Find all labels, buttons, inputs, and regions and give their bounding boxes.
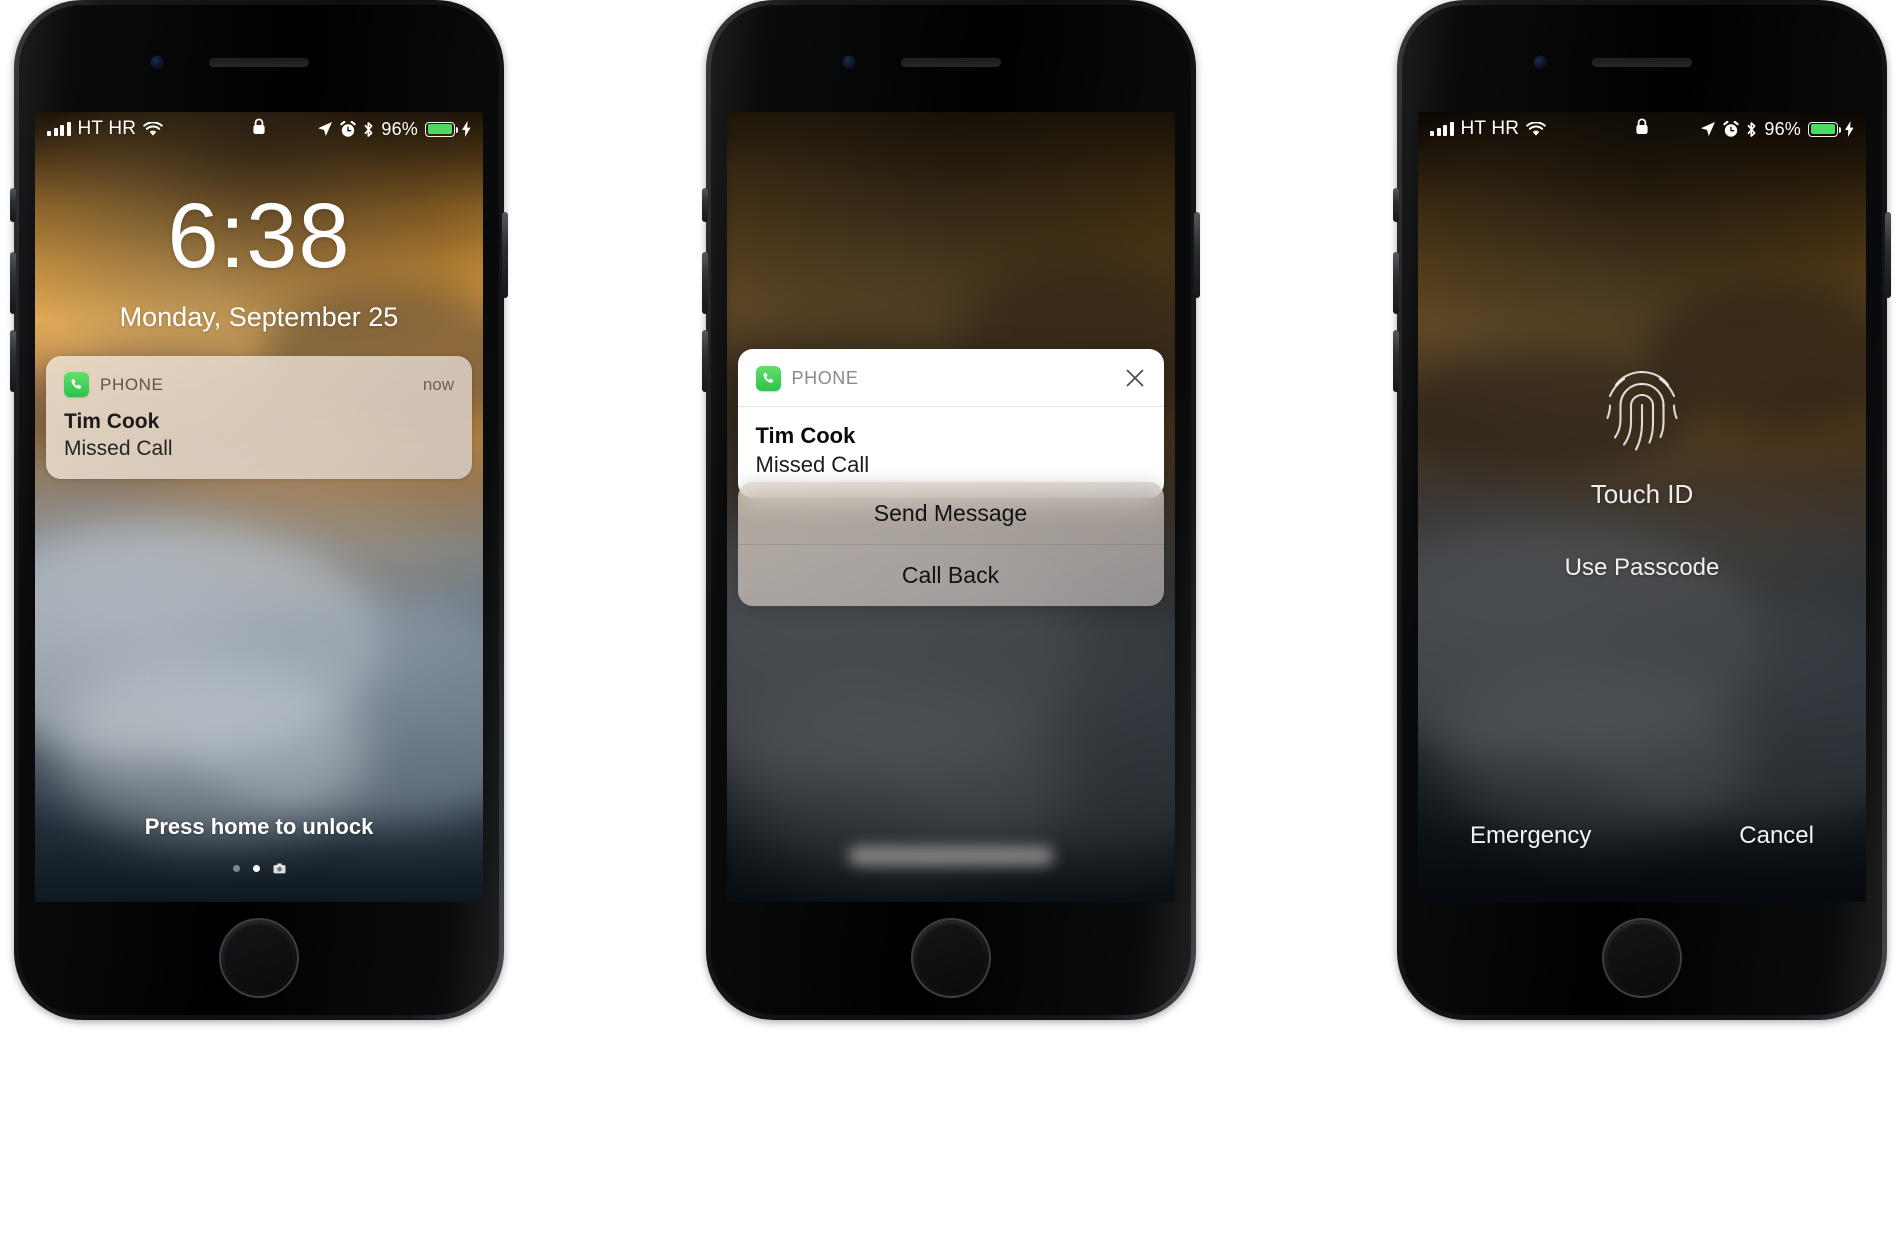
volume-up-button-2[interactable] (701, 252, 708, 314)
bluetooth-icon (363, 121, 374, 138)
location-arrow-icon (317, 121, 333, 137)
emergency-button[interactable]: Emergency (1470, 822, 1591, 850)
phone-app-icon (64, 372, 89, 397)
front-camera-icon-1 (151, 56, 163, 68)
volume-down-button-1[interactable] (10, 330, 16, 392)
silent-switch-1[interactable] (10, 188, 16, 222)
close-x-icon[interactable] (1122, 365, 1148, 391)
cellular-signal-icon (1430, 122, 1454, 136)
home-button-2[interactable] (910, 918, 991, 998)
lock-icon (252, 118, 266, 140)
unlock-hint-text: Press home to unlock (144, 814, 374, 839)
notification-header: PHONE now (64, 372, 454, 397)
status-right-group-1: 96% (317, 119, 471, 140)
home-button-3[interactable] (1602, 918, 1682, 998)
iphone-device-1: HT HR 96% 6:38 Monday, September 25 PHON… (10, 0, 508, 1020)
earpiece-speaker-2 (900, 57, 1001, 67)
touch-id-label: Touch ID (1590, 479, 1694, 509)
notification-title: Tim Cook (64, 410, 160, 433)
battery-icon (1808, 121, 1841, 137)
volume-down-button-3[interactable] (1393, 330, 1399, 392)
notification-timestamp: now (422, 374, 454, 394)
volume-up-button-3[interactable] (1393, 252, 1399, 314)
three-iphone-comparison: HT HR 96% 6:38 Monday, September 25 PHON… (0, 0, 1901, 1255)
notification-subtitle: Missed Call (64, 437, 173, 460)
iphone-device-2: PHONE Tim Cook Missed Call Send Message … (701, 0, 1200, 1020)
lock-screen-date: Monday, September 25 (119, 302, 399, 332)
power-button-2[interactable] (1193, 212, 1200, 298)
wifi-icon (143, 121, 164, 137)
cloud-shape (52, 665, 367, 839)
power-button-1[interactable] (502, 212, 508, 298)
page-dot-lockscreen[interactable] (252, 865, 260, 872)
status-left-group-1: HT HR (47, 118, 164, 140)
iphone-device-3: HT HR 96% Touch ID Use Passcode Emergenc… (1393, 0, 1891, 1020)
charging-bolt-icon (462, 121, 471, 137)
silent-switch-3[interactable] (1393, 188, 1399, 222)
sensor-row-1 (14, 52, 504, 72)
send-message-action[interactable]: Send Message (738, 482, 1164, 544)
carrier-label: HT HR (1460, 118, 1520, 139)
cloud-shape (861, 611, 1175, 855)
silent-switch-2[interactable] (701, 188, 708, 222)
bluetooth-icon (1746, 121, 1757, 138)
cellular-signal-icon (47, 122, 71, 136)
peek-title: Tim Cook (755, 423, 856, 448)
slide-to-unlock-hint (847, 846, 1054, 866)
earpiece-speaker-1 (209, 57, 309, 67)
wifi-icon (1526, 121, 1547, 137)
touch-id-block: Touch ID Use Passcode (1418, 362, 1866, 582)
charging-bolt-icon (1845, 121, 1854, 137)
notification-banner[interactable]: PHONE now Tim Cook Missed Call (46, 356, 472, 479)
lock-screen-clock: 6:38 (167, 185, 351, 287)
screen-2[interactable]: PHONE Tim Cook Missed Call Send Message … (726, 112, 1175, 902)
cloud-shape (726, 680, 1069, 872)
camera-icon[interactable] (273, 863, 286, 874)
peek-card-header: PHONE (737, 349, 1164, 407)
battery-percent-label: 96% (1764, 118, 1801, 139)
call-back-action[interactable]: Call Back (737, 544, 1164, 606)
carrier-label: HT HR (77, 118, 137, 139)
battery-percent-label: 96% (381, 118, 418, 139)
page-dot-widgets[interactable] (232, 865, 240, 872)
home-button-1[interactable] (219, 918, 299, 998)
lock-icon (1635, 118, 1649, 140)
page-indicator[interactable] (35, 863, 483, 874)
status-bar-1: HT HR 96% (35, 112, 483, 146)
sensor-row-2 (706, 52, 1196, 72)
fingerprint-icon[interactable] (1599, 362, 1685, 461)
notification-app-name: PHONE (100, 374, 164, 394)
alarm-clock-icon (1723, 120, 1740, 138)
screen-3[interactable]: HT HR 96% Touch ID Use Passcode Emergenc… (1418, 112, 1866, 902)
cloud-shape (1435, 665, 1750, 839)
status-bar-3: HT HR 96% (1418, 112, 1866, 146)
alarm-clock-icon (340, 120, 357, 138)
earpiece-speaker-3 (1592, 57, 1692, 67)
peek-subtitle: Missed Call (755, 452, 870, 477)
phone-app-icon (755, 365, 781, 391)
status-left-group-3: HT HR (1430, 118, 1547, 140)
battery-icon (425, 121, 458, 137)
volume-up-button-1[interactable] (10, 252, 16, 314)
use-passcode-button[interactable]: Use Passcode (1418, 554, 1866, 582)
notification-peek-card[interactable]: PHONE Tim Cook Missed Call (737, 349, 1164, 498)
notification-action-list[interactable]: Send Message Call Back (737, 482, 1164, 606)
front-camera-icon-2 (842, 56, 855, 68)
volume-down-button-2[interactable] (701, 330, 708, 392)
front-camera-icon-3 (1534, 56, 1546, 68)
cancel-button[interactable]: Cancel (1739, 822, 1814, 850)
sensor-row-3 (1397, 52, 1887, 72)
power-button-3[interactable] (1885, 212, 1891, 298)
location-arrow-icon (1700, 121, 1716, 137)
cloud-shape (1561, 601, 1866, 823)
lock-bottom-actions: Emergency Cancel (1418, 822, 1866, 850)
status-right-group-3: 96% (1700, 119, 1854, 140)
screen-1[interactable]: HT HR 96% 6:38 Monday, September 25 PHON… (35, 112, 483, 902)
peek-app-name: PHONE (791, 367, 859, 388)
